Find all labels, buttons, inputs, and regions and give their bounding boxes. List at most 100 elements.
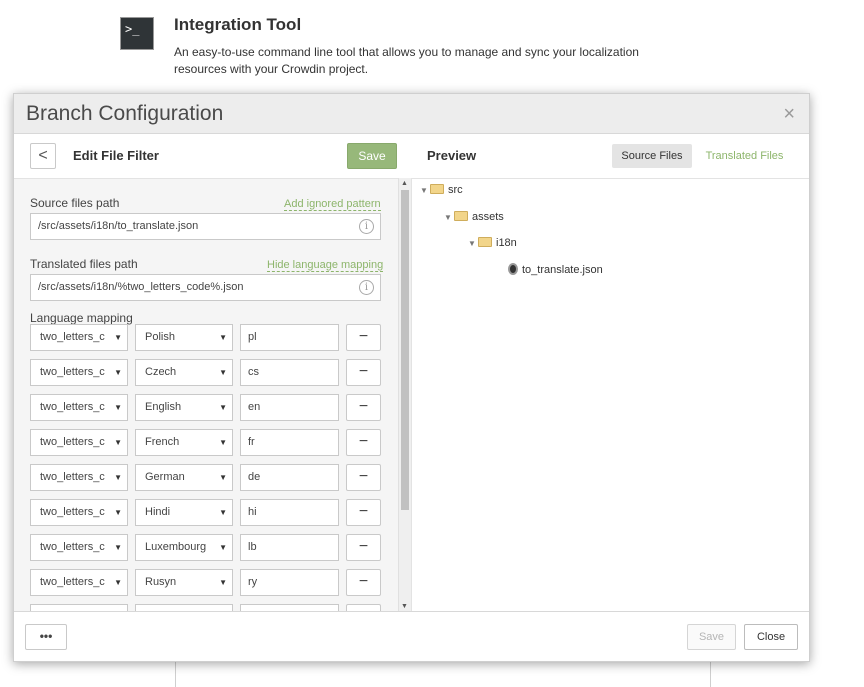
language-code-input[interactable]: hi [240, 499, 339, 526]
language-code-input[interactable]: en [240, 394, 339, 421]
caret-down-icon[interactable]: ▼ [420, 186, 430, 195]
close-icon[interactable]: × [783, 104, 795, 124]
placeholder-select[interactable]: two_letters_c ▼ [30, 394, 128, 421]
edit-file-filter-title: Edit File Filter [73, 148, 159, 163]
placeholder-select[interactable]: two_letters_c ▼ [30, 534, 128, 561]
language-select[interactable]: Hindi ▼ [135, 499, 233, 526]
tree-folder-src[interactable]: ▼ src [420, 184, 463, 196]
add-ignored-pattern-link[interactable]: Add ignored pattern [284, 198, 381, 211]
language-code-value: en [248, 401, 261, 413]
remove-mapping-button[interactable]: − [346, 534, 381, 561]
modal-title: Branch Configuration [26, 102, 224, 125]
language-code-input[interactable]: pl [240, 324, 339, 351]
placeholder-value: two_letters_c [40, 366, 105, 378]
language-code-input[interactable]: lb [240, 534, 339, 561]
language-code-value: ry [248, 576, 258, 588]
dropdown-arrow-icon: ▼ [217, 395, 227, 420]
scrollbar[interactable]: ▲ ▼ [398, 178, 411, 612]
remove-mapping-button[interactable]: − [346, 429, 381, 456]
translated-path-label: Translated files path [30, 257, 138, 271]
integration-description: An easy-to-use command line tool that al… [174, 45, 639, 76]
tree-file-to-translate[interactable]: to_translate.json [508, 263, 603, 276]
tree-folder-assets[interactable]: ▼ assets [444, 211, 504, 223]
background-divider [710, 662, 711, 687]
language-mapping-label: Language mapping [30, 311, 133, 325]
language-value: Czech [145, 366, 177, 378]
more-options-button[interactable]: ••• [25, 624, 67, 650]
dropdown-arrow-icon: ▼ [217, 570, 227, 595]
language-mapping-row: two_letters_c ▼ English ▼ en − [30, 394, 382, 421]
language-code-value: lb [248, 541, 257, 553]
dropdown-arrow-icon: ▼ [217, 535, 227, 560]
tree-folder-i18n[interactable]: ▼ i18n [468, 237, 517, 249]
language-select[interactable]: French ▼ [135, 429, 233, 456]
placeholder-select[interactable]: two_letters_c ▼ [30, 569, 128, 596]
remove-mapping-button[interactable]: − [346, 359, 381, 386]
language-code-input[interactable]: de [240, 464, 339, 491]
placeholder-select[interactable]: two_letters_c ▼ [30, 359, 128, 386]
language-code-value: de [248, 471, 261, 483]
remove-mapping-button[interactable]: − [346, 499, 381, 526]
language-code-input[interactable]: cs [240, 359, 339, 386]
language-select[interactable]: Rusyn ▼ [135, 569, 233, 596]
tree-label: i18n [496, 237, 517, 249]
scroll-thumb[interactable] [401, 190, 409, 510]
dropdown-arrow-icon: ▼ [112, 360, 122, 385]
language-mapping-row: two_letters_c ▼ Czech ▼ cs − [30, 359, 382, 386]
preview-tree: ▼ src ▼ assets ▼ i18n to_translate.json [411, 178, 809, 612]
language-value: English [145, 401, 182, 413]
hide-language-mapping-link[interactable]: Hide language mapping [267, 259, 384, 272]
source-path-input[interactable]: /src/assets/i18n/to_translate.json i [30, 213, 381, 240]
placeholder-value: two_letters_c [40, 506, 105, 518]
remove-mapping-button[interactable]: − [346, 464, 381, 491]
language-value: French [145, 436, 180, 448]
language-select[interactable]: Czech ▼ [135, 359, 233, 386]
save-filter-button[interactable]: Save [347, 143, 397, 169]
placeholder-select[interactable]: two_letters_c ▼ [30, 499, 128, 526]
source-path-value: /src/assets/i18n/to_translate.json [38, 220, 199, 232]
language-mapping-row: two_letters_c ▼ Hindi ▼ hi − [30, 499, 382, 526]
caret-down-icon[interactable]: ▼ [468, 239, 478, 248]
placeholder-select[interactable]: two_letters_c ▼ [30, 324, 128, 351]
terminal-icon: >_ [120, 17, 154, 50]
remove-mapping-button[interactable]: − [346, 569, 381, 596]
info-icon[interactable]: i [359, 280, 374, 295]
scroll-up-icon[interactable]: ▲ [401, 180, 408, 187]
tab-source-files[interactable]: Source Files [612, 144, 692, 168]
file-icon [508, 263, 518, 275]
tree-label: assets [472, 211, 504, 223]
dropdown-arrow-icon: ▼ [112, 570, 122, 595]
placeholder-value: two_letters_c [40, 401, 105, 413]
language-value: Luxembourg [145, 541, 207, 553]
caret-down-icon[interactable]: ▼ [444, 213, 454, 222]
tree-label: src [448, 184, 463, 196]
dropdown-arrow-icon: ▼ [112, 325, 122, 350]
close-button[interactable]: Close [744, 624, 798, 650]
language-select[interactable]: German ▼ [135, 464, 233, 491]
placeholder-value: two_letters_c [40, 576, 105, 588]
language-code-value: hi [248, 506, 257, 518]
language-code-value: cs [248, 366, 259, 378]
background-divider [175, 662, 176, 687]
back-button[interactable]: < [30, 143, 56, 169]
language-code-value: fr [248, 436, 255, 448]
tab-translated-files[interactable]: Translated Files [697, 144, 792, 168]
language-code-input[interactable]: ry [240, 569, 339, 596]
language-select[interactable]: Polish ▼ [135, 324, 233, 351]
folder-icon [430, 184, 444, 194]
info-icon[interactable]: i [359, 219, 374, 234]
placeholder-select[interactable]: two_letters_c ▼ [30, 464, 128, 491]
language-select[interactable]: English ▼ [135, 394, 233, 421]
save-button[interactable]: Save [687, 624, 736, 650]
language-code-input[interactable]: fr [240, 429, 339, 456]
translated-path-input[interactable]: /src/assets/i18n/%two_letters_code%.json… [30, 274, 381, 301]
language-select[interactable]: Luxembourg ▼ [135, 534, 233, 561]
source-path-label: Source files path [30, 196, 120, 210]
language-value: Hindi [145, 506, 171, 518]
remove-mapping-button[interactable]: − [346, 324, 381, 351]
dropdown-arrow-icon: ▼ [112, 430, 122, 455]
scroll-down-icon[interactable]: ▼ [401, 603, 408, 610]
remove-mapping-button[interactable]: − [346, 394, 381, 421]
language-mapping-row: two_letters_c ▼ Polish ▼ pl − [30, 324, 382, 351]
placeholder-select[interactable]: two_letters_c ▼ [30, 429, 128, 456]
